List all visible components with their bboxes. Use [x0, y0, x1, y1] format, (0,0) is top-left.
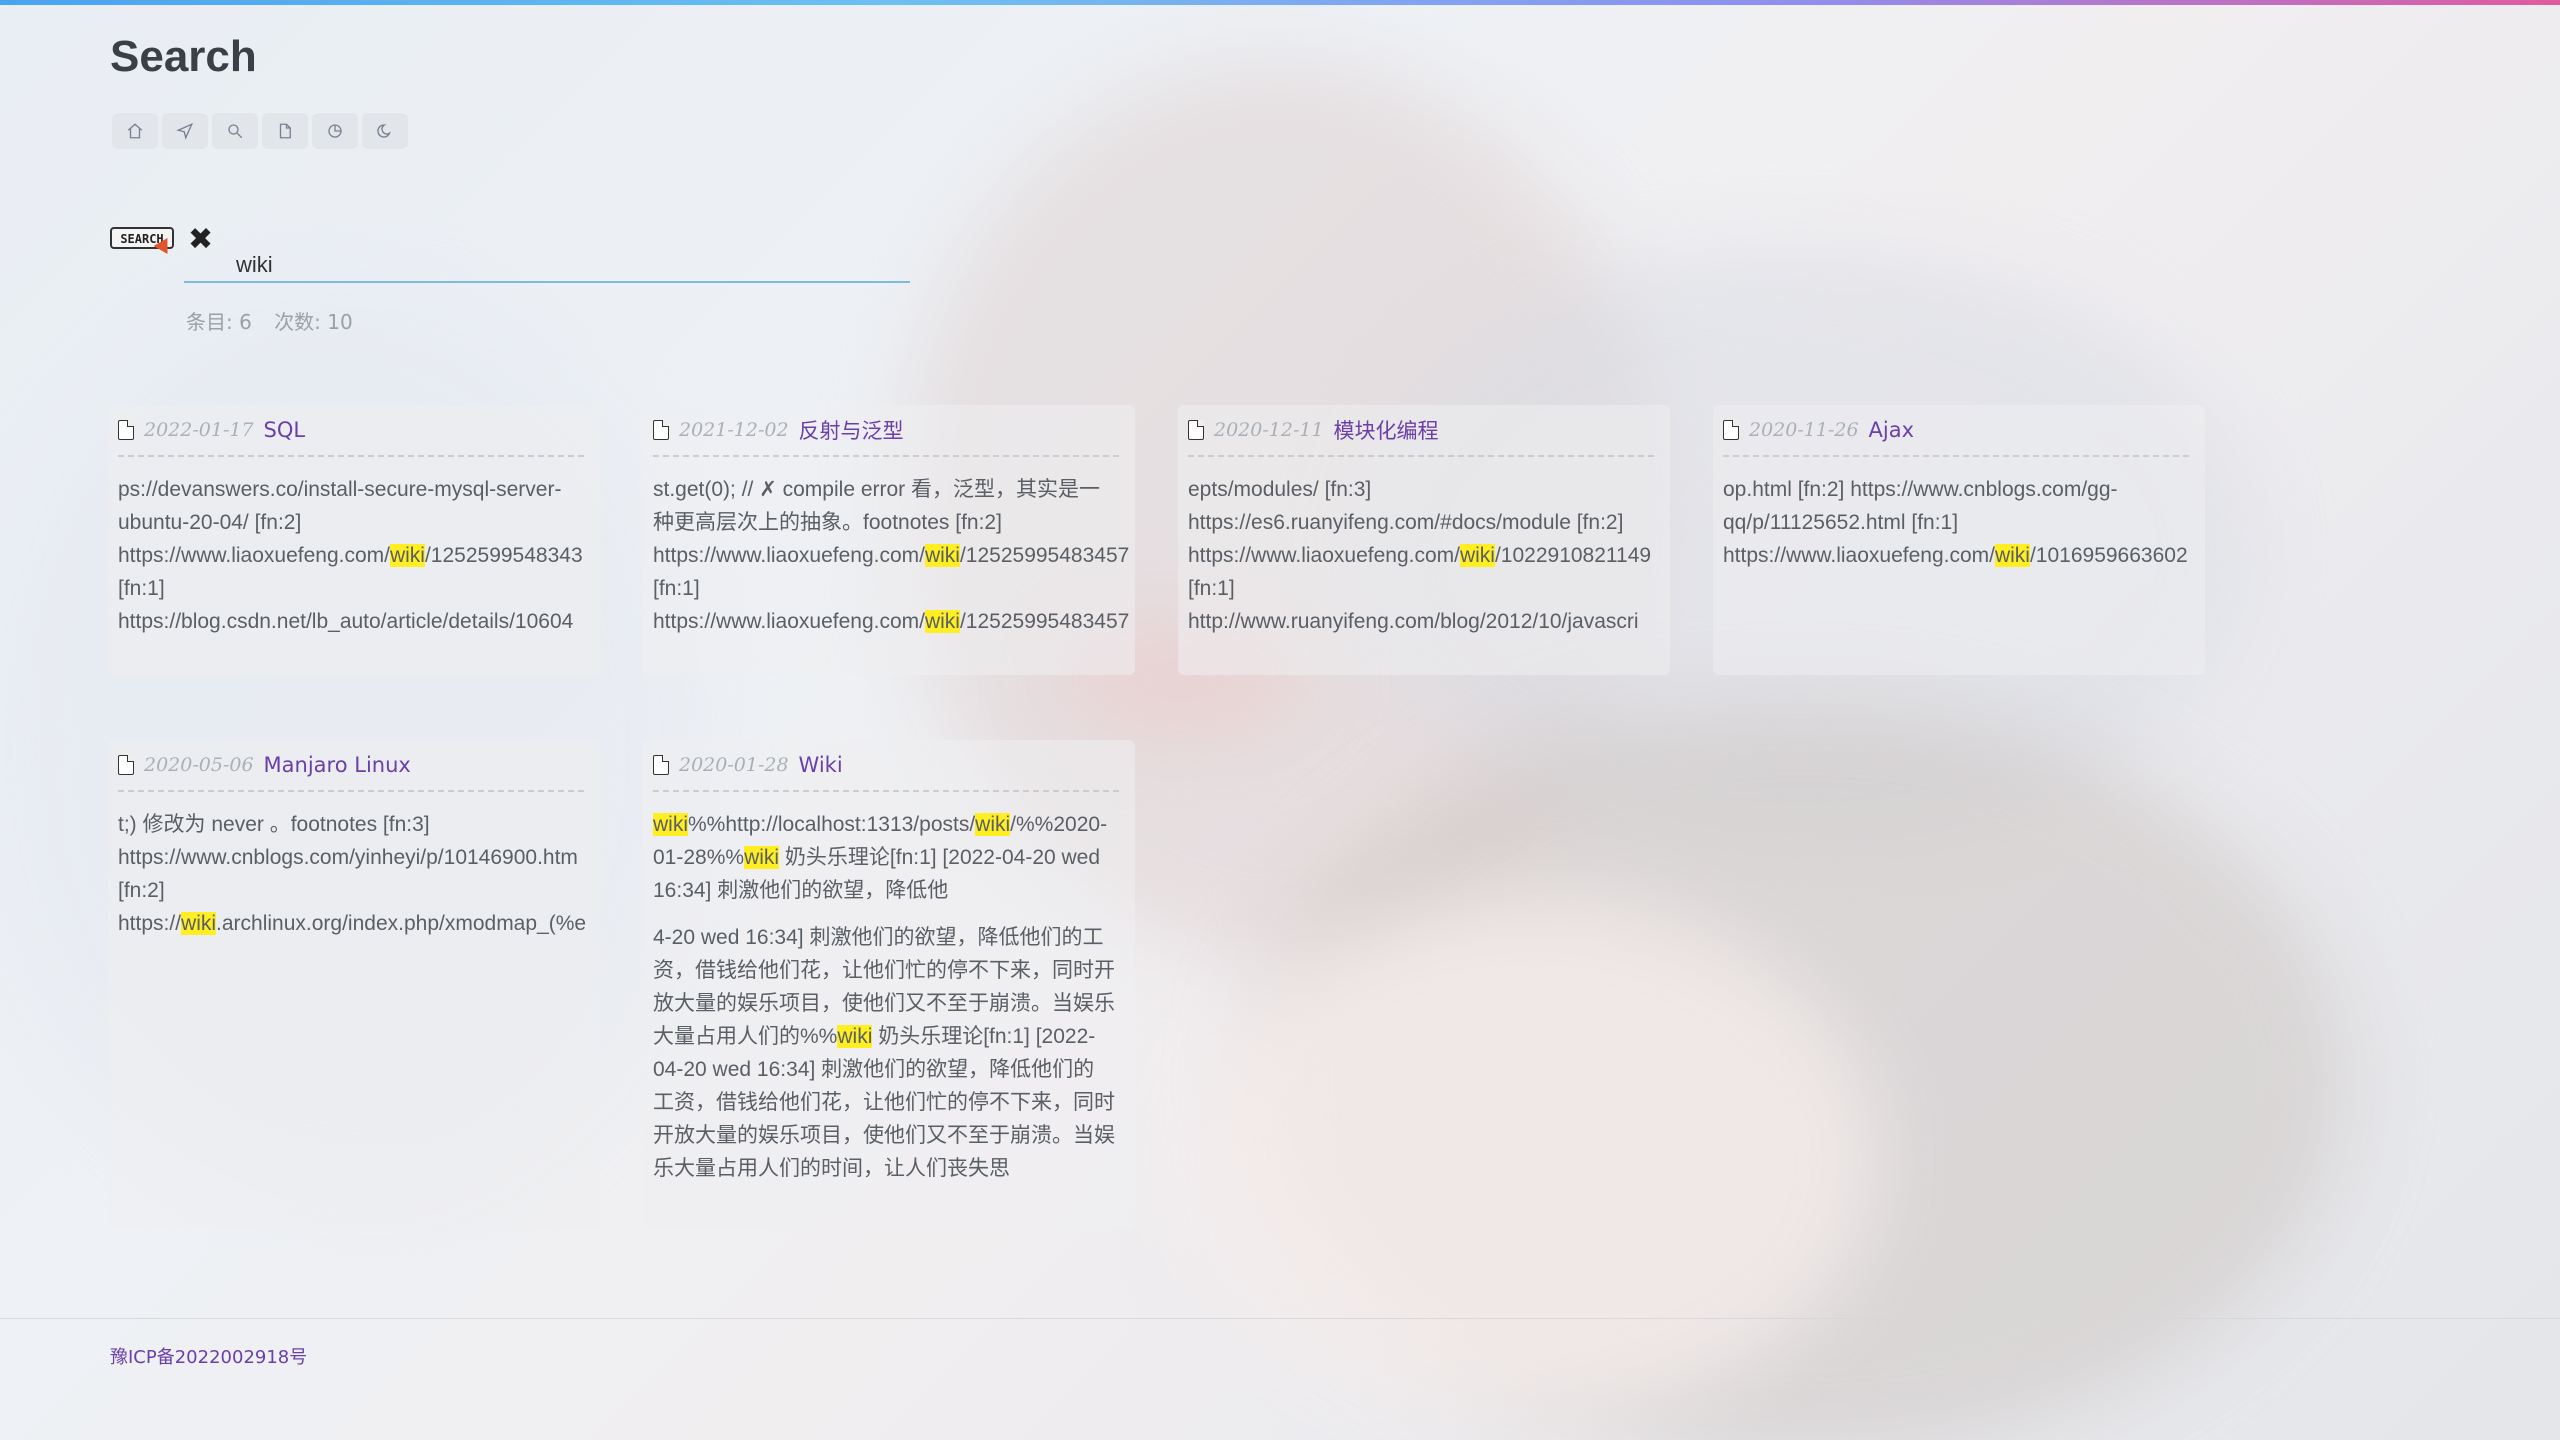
stats-hits: 次数: 10: [274, 310, 353, 334]
result-snippet: ps://devanswers.co/install-secure-mysql-…: [118, 478, 583, 633]
result-title-link[interactable]: SQL: [264, 418, 306, 442]
file-icon: [279, 123, 291, 139]
document-icon: [1723, 420, 1739, 440]
result-date: 2022-01-17: [144, 419, 254, 441]
nav-bar: [112, 113, 408, 149]
search-match-highlight: wiki: [975, 813, 1011, 836]
search-match-highlight: wiki: [653, 813, 688, 836]
nav-search-button[interactable]: [212, 113, 258, 149]
result-card[interactable]: 2020-12-11 模块化编程 epts/modules/ [fn:3] ht…: [1178, 405, 1670, 675]
search-icon: [228, 124, 243, 139]
result-snippet: 4-20 wed 16:34] 刺激他们的欲望，降低他们的工 资，借钱给他们花，…: [653, 926, 1115, 1180]
home-icon: [127, 123, 143, 139]
result-snippet: wiki%%http://localhost:1313/posts/wiki/%…: [653, 813, 1108, 902]
result-card[interactable]: 2020-05-06 Manjaro Linux t;) 修改为 never 。…: [108, 740, 600, 1230]
search-badge[interactable]: SEARCH: [110, 227, 175, 259]
result-snippet: st.get(0); // ✗ compile error 看，泛型，其实是一 …: [653, 478, 1130, 633]
result-card[interactable]: 2020-11-26 Ajax op.html [fn:2] https://w…: [1713, 405, 2205, 675]
result-card[interactable]: 2020-01-28 Wiki wiki%%http://localhost:1…: [643, 740, 1135, 1230]
search-row: SEARCH ✖: [110, 225, 910, 285]
result-title-link[interactable]: 模块化编程: [1334, 415, 1439, 445]
result-card-header: 2020-11-26 Ajax: [1723, 405, 2189, 457]
search-match-highlight: wiki: [744, 846, 780, 869]
document-icon: [653, 755, 669, 775]
stats-items: 条目: 6: [186, 310, 252, 334]
search-match-highlight: wiki: [181, 912, 217, 935]
result-card-header: 2020-12-11 模块化编程: [1188, 405, 1654, 457]
result-card[interactable]: 2022-01-17 SQL ps://devanswers.co/instal…: [108, 405, 600, 675]
document-icon: [1188, 420, 1204, 440]
result-date: 2020-05-06: [144, 754, 254, 776]
moon-icon: [377, 124, 391, 138]
top-gradient-bar: [0, 0, 2560, 5]
nav-send-button[interactable]: [162, 113, 208, 149]
page-title: Search: [110, 32, 257, 81]
result-date: 2020-01-28: [679, 754, 789, 776]
result-date: 2020-11-26: [1749, 419, 1859, 441]
send-icon: [176, 122, 194, 140]
search-match-highlight: wiki: [1994, 544, 2030, 567]
result-card-header: 2020-05-06 Manjaro Linux: [118, 740, 584, 792]
nav-file-button[interactable]: [262, 113, 308, 149]
document-icon: [118, 420, 134, 440]
nav-home-button[interactable]: [112, 113, 158, 149]
result-card-header: 2022-01-17 SQL: [118, 405, 584, 457]
result-title-link[interactable]: Manjaro Linux: [264, 753, 411, 777]
result-card-header: 2020-01-28 Wiki: [653, 740, 1119, 792]
result-card[interactable]: 2021-12-02 反射与泛型 st.get(0); // ✗ compile…: [643, 405, 1135, 675]
result-title-link[interactable]: Ajax: [1869, 418, 1915, 442]
result-snippet: t;) 修改为 never 。footnotes [fn:3] https://…: [118, 813, 587, 935]
result-title-link[interactable]: 反射与泛型: [799, 415, 904, 445]
search-match-highlight: wiki: [389, 544, 425, 567]
result-date: 2020-12-11: [1214, 419, 1324, 441]
result-title-link[interactable]: Wiki: [799, 753, 843, 777]
search-match-highlight: wiki: [1459, 544, 1495, 567]
search-match-highlight: wiki: [837, 1025, 873, 1048]
nav-chart-button[interactable]: [312, 113, 358, 149]
footer-divider: [0, 1318, 2560, 1319]
result-snippet: epts/modules/ [fn:3] https://es6.ruanyif…: [1188, 478, 1652, 633]
result-snippet: op.html [fn:2] https://www.cnblogs.com/g…: [1723, 478, 2188, 567]
chart-icon: [328, 124, 342, 138]
document-icon: [118, 755, 134, 775]
result-card-header: 2021-12-02 反射与泛型: [653, 405, 1119, 457]
search-input[interactable]: [184, 243, 910, 283]
search-match-highlight: wiki: [924, 544, 960, 567]
search-stats: 条目: 6 次数: 10: [186, 306, 369, 335]
nav-theme-button[interactable]: [362, 113, 408, 149]
icp-link[interactable]: 豫ICP备2022002918号: [110, 1343, 307, 1369]
result-date: 2021-12-02: [679, 419, 789, 441]
search-match-highlight: wiki: [924, 610, 960, 633]
document-icon: [653, 420, 669, 440]
